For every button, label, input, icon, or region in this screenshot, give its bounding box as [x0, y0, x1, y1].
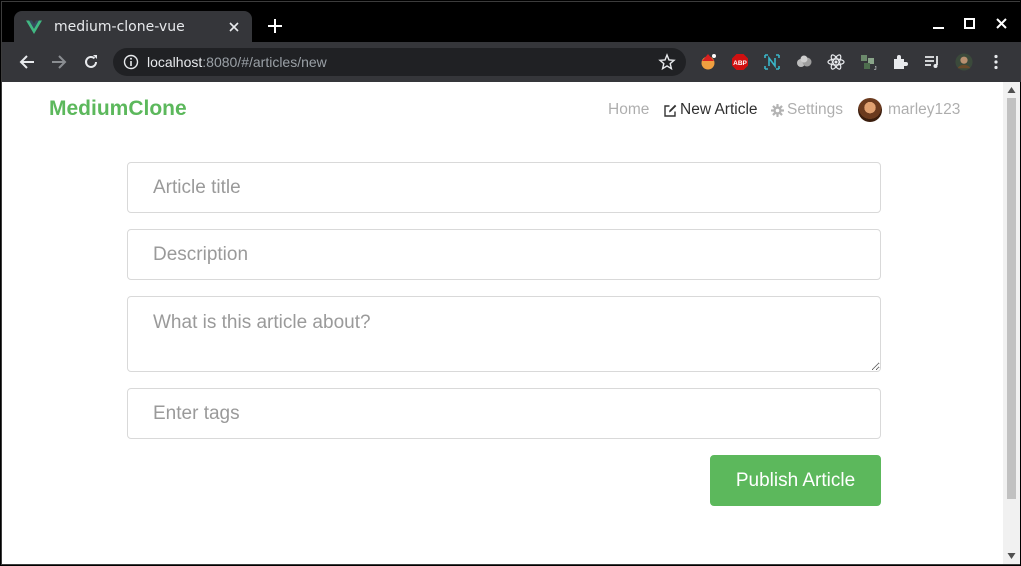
media-queue-icon[interactable] — [923, 53, 941, 71]
reload-icon[interactable] — [79, 50, 103, 74]
nuxt-devtools-icon[interactable] — [763, 53, 781, 71]
adblock-plus-icon[interactable]: ABP — [731, 53, 749, 71]
tags-input[interactable] — [127, 388, 881, 439]
scrollbar-thumb[interactable] — [1007, 98, 1016, 499]
close-tab-icon[interactable] — [226, 19, 242, 35]
back-arrow-icon[interactable] — [15, 50, 39, 74]
browser-menu-icon[interactable] — [987, 53, 1005, 71]
svg-text:JS: JS — [874, 66, 877, 71]
nav-new-article-label: New Article — [680, 101, 758, 118]
tab-title: medium-clone-vue — [54, 19, 185, 35]
react-devtools-icon[interactable] — [827, 53, 845, 71]
nav-settings-label: Settings — [787, 101, 844, 118]
page-scrollbar[interactable] — [1003, 82, 1020, 564]
profile-avatar-icon[interactable] — [955, 53, 973, 71]
description-input[interactable] — [127, 229, 881, 280]
tab-strip: medium-clone-vue — [2, 2, 1021, 43]
forward-arrow-icon[interactable] — [47, 50, 71, 74]
publish-article-button[interactable]: Publish Article — [710, 455, 881, 506]
browser-window: medium-clone-vue localhost:8080/#/articl… — [1, 1, 1021, 565]
new-tab-button[interactable] — [264, 16, 286, 38]
url-text[interactable]: localhost:8080/#/articles/new — [147, 54, 658, 70]
nav-new-article[interactable]: New Article — [664, 101, 758, 119]
redux-extension-icon[interactable]: JS — [859, 53, 877, 71]
cloud-extension-icon[interactable] — [795, 53, 813, 71]
brand-logo[interactable]: MediumClone — [49, 97, 187, 121]
page-viewport: MediumClone Home New Article Settings ma… — [2, 82, 1003, 564]
nav-settings[interactable]: Settings — [771, 101, 843, 119]
maximize-icon[interactable] — [956, 10, 982, 36]
scroll-down-arrow-icon[interactable] — [1007, 552, 1016, 560]
article-title-input[interactable] — [127, 162, 881, 213]
santa-extension-icon[interactable] — [699, 53, 717, 71]
vue-logo-icon — [26, 19, 42, 35]
svg-text:ABP: ABP — [733, 60, 747, 67]
scroll-up-arrow-icon[interactable] — [1007, 86, 1016, 94]
nav-profile[interactable]: marley123 — [858, 98, 960, 122]
avatar — [858, 98, 882, 122]
minimize-icon[interactable] — [925, 10, 951, 36]
browser-toolbar: localhost:8080/#/articles/new ABP JS — [2, 42, 1021, 82]
bookmark-star-icon[interactable] — [658, 53, 676, 71]
edit-icon — [664, 104, 677, 117]
article-body-textarea[interactable] — [127, 296, 881, 372]
nav-username: marley123 — [888, 101, 961, 118]
close-window-icon[interactable] — [988, 10, 1014, 36]
nav-home[interactable]: Home — [608, 101, 649, 119]
extensions-puzzle-icon[interactable] — [891, 53, 909, 71]
site-info-icon[interactable] — [123, 54, 139, 70]
gear-icon — [771, 103, 784, 117]
address-bar[interactable]: localhost:8080/#/articles/new — [113, 48, 686, 76]
tab-active[interactable]: medium-clone-vue — [14, 11, 252, 43]
